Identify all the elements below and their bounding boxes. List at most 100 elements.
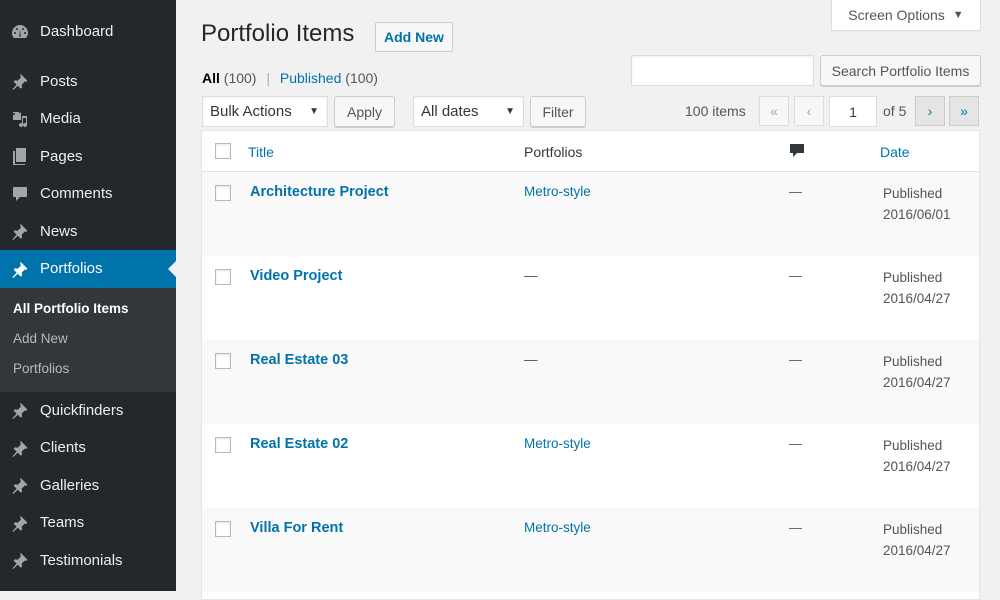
comment-icon[interactable] — [789, 143, 805, 159]
row-checkbox[interactable] — [215, 185, 231, 201]
row-checkbox[interactable] — [215, 353, 231, 369]
table-row: Real Estate 03 — — Published 2016/04/27 — [202, 340, 979, 424]
row-title-link[interactable]: Video Project — [250, 268, 342, 284]
admin-sidebar: Dashboard Posts Media Pages Comments New… — [0, 0, 176, 591]
submenu-all-portfolio-items[interactable]: All Portfolio Items — [0, 294, 176, 324]
sidebar-item-clients[interactable]: Clients — [0, 429, 176, 467]
row-date-value: 2016/06/01 — [883, 207, 951, 222]
row-date-value: 2016/04/27 — [883, 459, 951, 474]
caret-down-icon: ▼ — [309, 106, 319, 117]
sidebar-item-label: Clients — [40, 439, 86, 457]
row-date: Published 2016/04/27 — [883, 519, 951, 561]
row-status: Published — [883, 186, 943, 201]
sidebar-item-label: Teams — [40, 514, 85, 532]
status-views: All (100) | Published (100) — [202, 70, 378, 86]
table-row: Video Project — — Published 2016/04/27 — [202, 256, 979, 340]
apply-button[interactable]: Apply — [334, 96, 395, 127]
bulk-actions-select[interactable]: Bulk Actions ▼ — [202, 96, 328, 127]
row-portfolio-link[interactable]: Metro-style — [524, 436, 591, 451]
first-page-button[interactable]: « — [759, 96, 789, 126]
sidebar-item-portfolios[interactable]: Portfolios — [0, 250, 176, 288]
table-header: Title Portfolios Date — [202, 131, 979, 172]
sidebar-item-label: Portfolios — [40, 260, 103, 278]
search-input[interactable] — [631, 55, 814, 86]
row-date-value: 2016/04/27 — [883, 543, 951, 558]
view-published-link[interactable]: Published — [280, 70, 342, 86]
total-pages: of 5 — [883, 103, 907, 119]
row-checkbox[interactable] — [215, 269, 231, 285]
row-checkbox[interactable] — [215, 437, 231, 453]
row-portfolio: — — [524, 352, 538, 367]
column-date[interactable]: Date — [880, 144, 910, 160]
row-portfolio-link[interactable]: Metro-style — [524, 520, 591, 535]
view-separator: | — [266, 70, 270, 86]
pages-icon — [0, 146, 40, 166]
sidebar-item-galleries[interactable]: Galleries — [0, 467, 176, 505]
filter-button[interactable]: Filter — [530, 96, 586, 127]
row-date: Published 2016/04/27 — [883, 351, 951, 393]
sidebar-item-label: Quickfinders — [40, 401, 124, 419]
submenu-portfolios[interactable]: Portfolios — [0, 354, 176, 384]
dates-filter-select[interactable]: All dates ▼ — [413, 96, 524, 127]
sidebar-item-pages[interactable]: Pages — [0, 138, 176, 176]
row-comments: — — [789, 352, 802, 367]
dashboard-icon — [0, 22, 40, 42]
column-portfolios: Portfolios — [524, 144, 583, 160]
pin-icon — [0, 71, 40, 91]
row-comments: — — [789, 520, 802, 535]
row-date-value: 2016/04/27 — [883, 375, 951, 390]
column-title[interactable]: Title — [248, 144, 274, 160]
pin-icon — [0, 400, 40, 420]
row-comments: — — [789, 436, 802, 451]
portfolios-submenu: All Portfolio Items Add New Portfolios — [0, 287, 176, 392]
sidebar-item-label: Pages — [40, 147, 83, 165]
media-icon — [0, 109, 40, 129]
row-status: Published — [883, 522, 943, 537]
row-portfolio-link[interactable]: Metro-style — [524, 184, 591, 199]
table-row: Architecture Project Metro-style — Publi… — [202, 172, 979, 256]
row-status: Published — [883, 438, 943, 453]
pin-icon — [0, 513, 40, 533]
add-new-button[interactable]: Add New — [375, 22, 453, 52]
row-title-link[interactable]: Real Estate 03 — [250, 352, 348, 368]
view-all-count: (100) — [223, 70, 257, 86]
row-title-link[interactable]: Villa For Rent — [250, 520, 343, 536]
sidebar-item-label: Media — [40, 110, 81, 128]
sidebar-item-label: Dashboard — [40, 23, 114, 41]
pin-icon — [0, 550, 40, 570]
row-title-link[interactable]: Architecture Project — [250, 184, 389, 200]
sidebar-item-label: Posts — [40, 72, 78, 90]
main-content: Screen Options ▼ Portfolio Items Add New… — [176, 0, 1000, 600]
sidebar-item-testimonials[interactable]: Testimonials — [0, 542, 176, 580]
current-page-input[interactable]: 1 — [829, 96, 877, 127]
search-button[interactable]: Search Portfolio Items — [820, 55, 981, 86]
row-status: Published — [883, 270, 943, 285]
bulk-actions-value: Bulk Actions — [210, 103, 292, 120]
row-status: Published — [883, 354, 943, 369]
sidebar-item-quickfinders[interactable]: Quickfinders — [0, 392, 176, 430]
sidebar-item-news[interactable]: News — [0, 213, 176, 251]
sidebar-item-teams[interactable]: Teams — [0, 504, 176, 542]
sidebar-item-posts[interactable]: Posts — [0, 63, 176, 101]
select-all-checkbox[interactable] — [215, 143, 231, 159]
pin-icon — [0, 221, 40, 241]
screen-options-button[interactable]: Screen Options ▼ — [831, 0, 981, 31]
page-title: Portfolio Items — [201, 20, 355, 47]
row-comments: — — [789, 184, 802, 199]
view-all-link[interactable]: All — [202, 70, 220, 86]
row-title-link[interactable]: Real Estate 02 — [250, 436, 348, 452]
sidebar-item-comments[interactable]: Comments — [0, 175, 176, 213]
row-date-value: 2016/04/27 — [883, 291, 951, 306]
sidebar-item-media[interactable]: Media — [0, 100, 176, 138]
row-checkbox[interactable] — [215, 521, 231, 537]
next-page-button[interactable]: › — [915, 96, 945, 126]
row-date: Published 2016/06/01 — [883, 183, 951, 225]
sidebar-item-label: Testimonials — [40, 551, 123, 569]
submenu-add-new[interactable]: Add New — [0, 324, 176, 354]
last-page-button[interactable]: » — [949, 96, 979, 126]
prev-page-button[interactable]: ‹ — [794, 96, 824, 126]
screen-options-label: Screen Options — [848, 7, 945, 23]
sidebar-item-label: Galleries — [40, 476, 100, 494]
sidebar-item-dashboard[interactable]: Dashboard — [0, 13, 176, 51]
caret-down-icon: ▼ — [505, 106, 515, 117]
